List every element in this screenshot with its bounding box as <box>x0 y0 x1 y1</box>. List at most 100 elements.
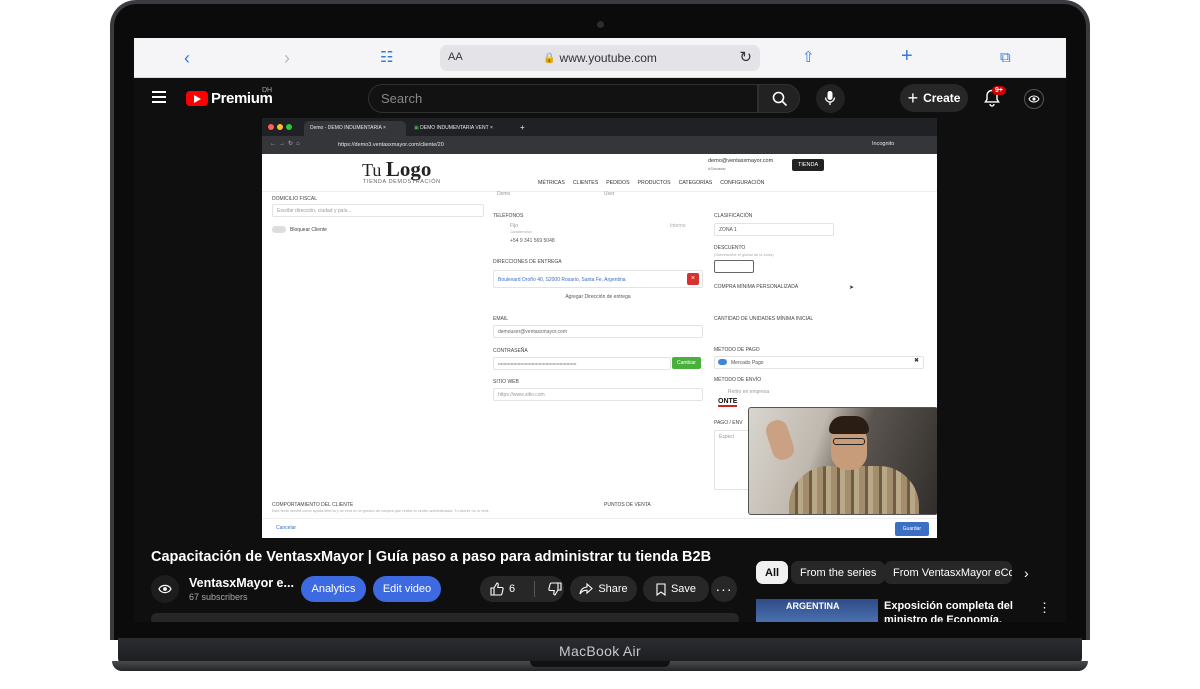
delivery-address: Boulevard Oroño 40, S2000 Rosario, Santa… <box>493 270 703 288</box>
share-arrow-icon <box>579 583 594 595</box>
discount-input <box>714 260 754 273</box>
reload-icon[interactable]: ↻ <box>739 48 752 66</box>
analytics-button[interactable]: Analytics <box>301 576 366 602</box>
zoom-window-dot <box>286 124 292 130</box>
pay-on-label: PAGO / ENV <box>714 420 743 426</box>
phones-label: TELÉFONOS <box>493 213 524 219</box>
reco-more-icon[interactable]: ⋮ <box>1038 600 1051 616</box>
new-tab-icon[interactable]: + <box>901 46 913 66</box>
chip-all[interactable]: All <box>756 561 789 584</box>
discount-sub: (Sobrescribe el global de la zona) <box>714 252 774 257</box>
share-icon[interactable]: ⇧ <box>802 48 815 68</box>
back-icon[interactable]: ‹ <box>184 48 190 68</box>
share-button[interactable]: Share <box>570 576 637 602</box>
edit-video-button[interactable]: Edit video <box>373 576 441 602</box>
payment-label: MÉTODO DE PAGO <box>714 347 760 353</box>
like-dislike-group: 6 <box>480 576 564 602</box>
reader-book-icon[interactable]: ☷ <box>380 48 393 68</box>
shipping-value: Retiro en empresa <box>728 389 770 395</box>
form-save-button: Guardar <box>894 522 929 536</box>
webcam-icon <box>597 21 604 28</box>
video-player[interactable]: Demo - DEMO INDUMENTARIA × ▣ DEMO INDUME… <box>262 118 937 538</box>
channel-avatar[interactable] <box>151 575 179 603</box>
recorded-incognito: Incognito <box>872 141 895 147</box>
phone-sub: Característica <box>510 230 532 234</box>
like-divider <box>534 581 536 597</box>
mercadopago-icon <box>718 359 727 365</box>
nav-products: PRODUCTOS <box>637 180 671 186</box>
chip-from-channel[interactable]: From VentasxMayor eCom <box>884 561 1012 584</box>
fiscal-label: DOMICILIO FISCAL <box>272 196 318 202</box>
more-actions-button[interactable]: ··· <box>711 576 737 602</box>
create-label: Create <box>923 91 961 105</box>
forward-icon[interactable]: › <box>284 48 290 68</box>
recorded-tab-1: Demo - DEMO INDUMENTARIA × <box>304 121 406 136</box>
description-box[interactable] <box>151 613 739 622</box>
delivery-label: DIRECCIONES DE ENTREGA <box>493 259 562 265</box>
surname-value: User <box>604 191 615 197</box>
delete-address-icon: × <box>687 273 699 285</box>
like-button[interactable]: 6 <box>490 582 515 596</box>
store-button: TIENDA <box>792 159 825 171</box>
form-footer: Cancelar Guardar <box>262 518 937 538</box>
reco-thumbnail[interactable]: ARGENTINA <box>756 599 878 622</box>
region-code: DH <box>262 87 273 94</box>
discount-label: DESCUENTO <box>714 245 746 251</box>
search-button[interactable] <box>758 84 800 113</box>
plus-icon: + <box>907 88 919 108</box>
min-purchase-label: COMPRA MÍNIMA PERSONALIZADA <box>714 284 799 290</box>
phone-number: +54 9 341 569 5048 <box>510 238 555 244</box>
address-bar[interactable]: AA 🔒 www.youtube.com ↻ <box>440 45 760 71</box>
share-label: Share <box>598 583 628 595</box>
chevron-right-icon[interactable]: › <box>1024 565 1029 581</box>
create-button[interactable]: + Create <box>900 84 968 112</box>
save-label: Save <box>670 583 697 595</box>
mic-icon <box>824 91 836 105</box>
like-count: 6 <box>509 583 516 595</box>
recorded-new-tab-icon: + <box>520 123 525 132</box>
password-label: CONTRASEÑA <box>493 348 528 354</box>
device-label: MacBook Air <box>559 643 641 659</box>
chip-from-series[interactable]: From the series <box>791 561 886 584</box>
video-title: Capacitación de VentasxMayor | Guía paso… <box>151 549 712 565</box>
pos-label: PUNTOS DE VENTA <box>604 502 651 508</box>
recorded-address-row: ←→↻⌂ https://demo3.ventasxmayor.com/clie… <box>262 136 937 154</box>
channel-name[interactable]: VentasxMayor e... <box>189 576 294 590</box>
menu-icon[interactable] <box>152 91 166 106</box>
reco-title[interactable]: Exposición completa del ministro de Econ… <box>884 599 1014 622</box>
mouse-cursor-icon: ➤ <box>849 285 855 291</box>
more-dots-icon: ··· <box>715 581 733 597</box>
behavior-note: Este texto servirá como ayuda interna y … <box>272 509 490 513</box>
behavior-label: COMPORTAMIENTO DEL CLIENTE <box>272 502 354 508</box>
thumbs-down-icon[interactable] <box>548 582 562 596</box>
payment-value: Mercado Pago <box>714 356 924 369</box>
recorded-chrome-tabstrip: Demo - DEMO INDUMENTARIA × ▣ DEMO INDUME… <box>262 118 937 136</box>
store-logo-subtitle: TIENDA DEMOSTRACIÓN <box>363 179 441 185</box>
nav-config: CONFIGURACIÓN <box>720 180 765 186</box>
thumbs-up-icon <box>490 582 504 596</box>
email-value: demouser@ventasxmayor.com <box>493 325 703 338</box>
search-input[interactable]: Search <box>368 84 758 113</box>
shipping-carrier-logo: ONTE <box>718 398 738 407</box>
youtube-logo[interactable]: Premium <box>186 90 273 107</box>
remove-payment-icon: ✖ <box>914 358 920 364</box>
safari-toolbar: ‹ › ☷ AA 🔒 www.youtube.com ↻ ⇧ + ⧉ <box>134 38 1066 78</box>
text-size-button[interactable]: AA <box>448 51 463 63</box>
block-toggle <box>272 226 286 233</box>
nav-orders: PEDIDOS <box>606 180 630 186</box>
youtube-header: Premium DH Search + Create 9+ <box>134 78 1066 120</box>
screen: ‹ › ☷ AA 🔒 www.youtube.com ↻ ⇧ + ⧉ Premi… <box>134 38 1066 622</box>
nav-metrics: MÉTRICAS <box>538 180 565 186</box>
minimize-window-dot <box>277 124 283 130</box>
reco-thumb-text: ARGENTINA <box>786 601 840 611</box>
min-units-label: CANTIDAD DE UNIDADES MÍNIMA INICIAL <box>714 316 814 322</box>
tabs-overview-icon[interactable]: ⧉ <box>1000 48 1011 68</box>
voice-search-button[interactable] <box>816 84 845 113</box>
name-value: Demo <box>497 191 511 197</box>
sheets-icon: ▣ <box>414 125 419 131</box>
account-avatar[interactable] <box>1024 89 1044 109</box>
save-button[interactable]: Save <box>643 576 709 602</box>
class-select: ZONA 1 <box>714 223 834 236</box>
recorded-url: https://demo3.ventasxmayor.com/cliente/2… <box>338 142 444 148</box>
recorded-nav-icons: ←→↻⌂ <box>270 141 303 147</box>
